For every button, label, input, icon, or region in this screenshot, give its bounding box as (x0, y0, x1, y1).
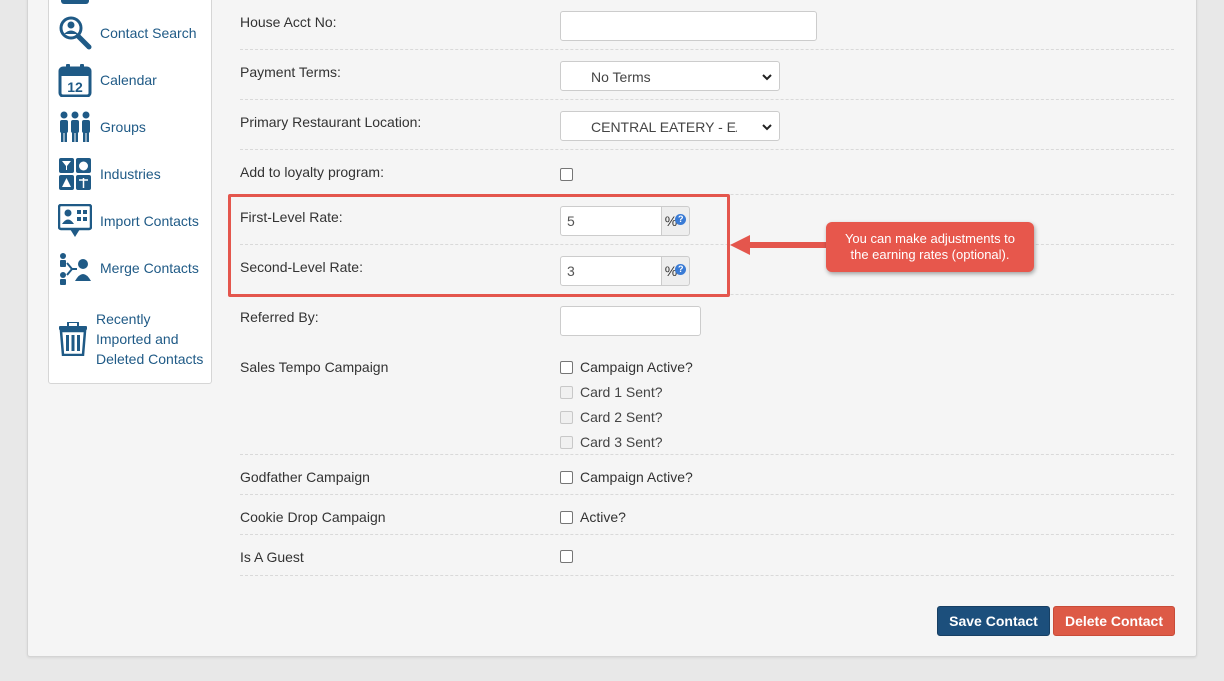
sidebar-item-label: Calendar (100, 72, 157, 88)
loyalty-checkbox[interactable] (560, 168, 573, 181)
row-payment-terms: Payment Terms: No Terms (240, 50, 1174, 100)
card-1-checkbox (560, 385, 573, 399)
delete-contact-button[interactable]: Delete Contact (1053, 606, 1175, 636)
card-2-checkbox (560, 410, 573, 424)
svg-text:12: 12 (67, 79, 83, 95)
is-guest-label: Is A Guest (240, 549, 304, 565)
import-contacts-icon (58, 204, 92, 238)
row-house-acct: House Acct No: (240, 0, 1174, 50)
row-is-guest: Is A Guest (240, 535, 1174, 576)
rate-highlight-box (228, 194, 730, 297)
industries-grid-icon (58, 157, 92, 191)
sidebar-item-label: Groups (100, 119, 146, 135)
sidebar-item-label: Industries (100, 166, 161, 182)
card-3-option: Card 3 Sent? (560, 434, 663, 450)
primary-location-label: Primary Restaurant Location: (240, 114, 422, 130)
primary-location-select[interactable]: CENTRAL EATERY - EAST (560, 111, 780, 141)
chevron-down-icon (762, 74, 772, 81)
sidebar-item-recently-deleted[interactable]: Recently Imported and Deleted Contacts (58, 309, 206, 369)
annotation-callout: You can make adjustments to the earning … (826, 222, 1034, 272)
sidebar-item-label: Recently Imported and Deleted Contacts (96, 311, 204, 367)
row-sales-tempo: Sales Tempo Campaign Campaign Active? Ca… (240, 345, 1174, 455)
godfather-label: Godfather Campaign (240, 469, 370, 485)
sales-tempo-label: Sales Tempo Campaign (240, 359, 389, 375)
calendar-icon: 12 (58, 63, 92, 97)
sidebar-item-label: Merge Contacts (100, 260, 199, 276)
sales-tempo-active-option[interactable]: Campaign Active? (560, 359, 693, 375)
sidebar-item-label: Contact Search (100, 25, 197, 41)
sidebar-item-calendar[interactable]: 12 Calendar (58, 63, 157, 97)
card-1-option: Card 1 Sent? (560, 384, 663, 400)
callout-arrow (730, 235, 828, 255)
row-primary-location: Primary Restaurant Location: CENTRAL EAT… (240, 100, 1174, 150)
house-acct-label: House Acct No: (240, 14, 337, 30)
godfather-option[interactable]: Campaign Active? (560, 469, 693, 485)
card-3-checkbox (560, 435, 573, 449)
referred-by-label: Referred By: (240, 309, 319, 325)
loyalty-label: Add to loyalty program: (240, 164, 384, 180)
merge-contacts-icon (58, 251, 92, 285)
godfather-checkbox[interactable] (560, 470, 573, 484)
cookie-drop-label: Cookie Drop Campaign (240, 509, 386, 525)
row-cookie-drop: Cookie Drop Campaign Active? (240, 495, 1174, 535)
house-acct-input[interactable] (560, 11, 817, 41)
cookie-drop-option[interactable]: Active? (560, 509, 626, 525)
card-2-option: Card 2 Sent? (560, 409, 663, 425)
trash-icon (58, 322, 88, 356)
campaign-active-checkbox[interactable] (560, 360, 573, 374)
save-contact-button[interactable]: Save Contact (937, 606, 1050, 636)
sidebar-item-groups[interactable]: Groups (58, 110, 146, 144)
sidebar-item-industries[interactable]: Industries (58, 157, 161, 191)
magnifier-person-icon (58, 16, 92, 50)
sidebar: Contact Search 12 Calendar Groups Indust… (48, 0, 212, 384)
sidebar-item-merge-contacts[interactable]: Merge Contacts (58, 251, 199, 285)
row-referred-by: Referred By: (240, 295, 1174, 345)
chevron-down-icon (762, 124, 772, 131)
payment-terms-select[interactable]: No Terms (560, 61, 780, 91)
sidebar-item-label: Import Contacts (100, 213, 199, 229)
cookie-drop-checkbox[interactable] (560, 510, 573, 524)
row-godfather: Godfather Campaign Campaign Active? (240, 455, 1174, 495)
referred-by-input[interactable] (560, 306, 701, 336)
payment-terms-label: Payment Terms: (240, 64, 341, 80)
people-group-icon (58, 110, 92, 144)
sidebar-item-contact-search[interactable]: Contact Search (58, 16, 197, 50)
row-loyalty: Add to loyalty program: (240, 150, 1174, 195)
sidebar-top-icon[interactable] (59, 0, 91, 7)
is-guest-checkbox[interactable] (560, 550, 573, 563)
sidebar-item-import-contacts[interactable]: Import Contacts (58, 204, 199, 238)
